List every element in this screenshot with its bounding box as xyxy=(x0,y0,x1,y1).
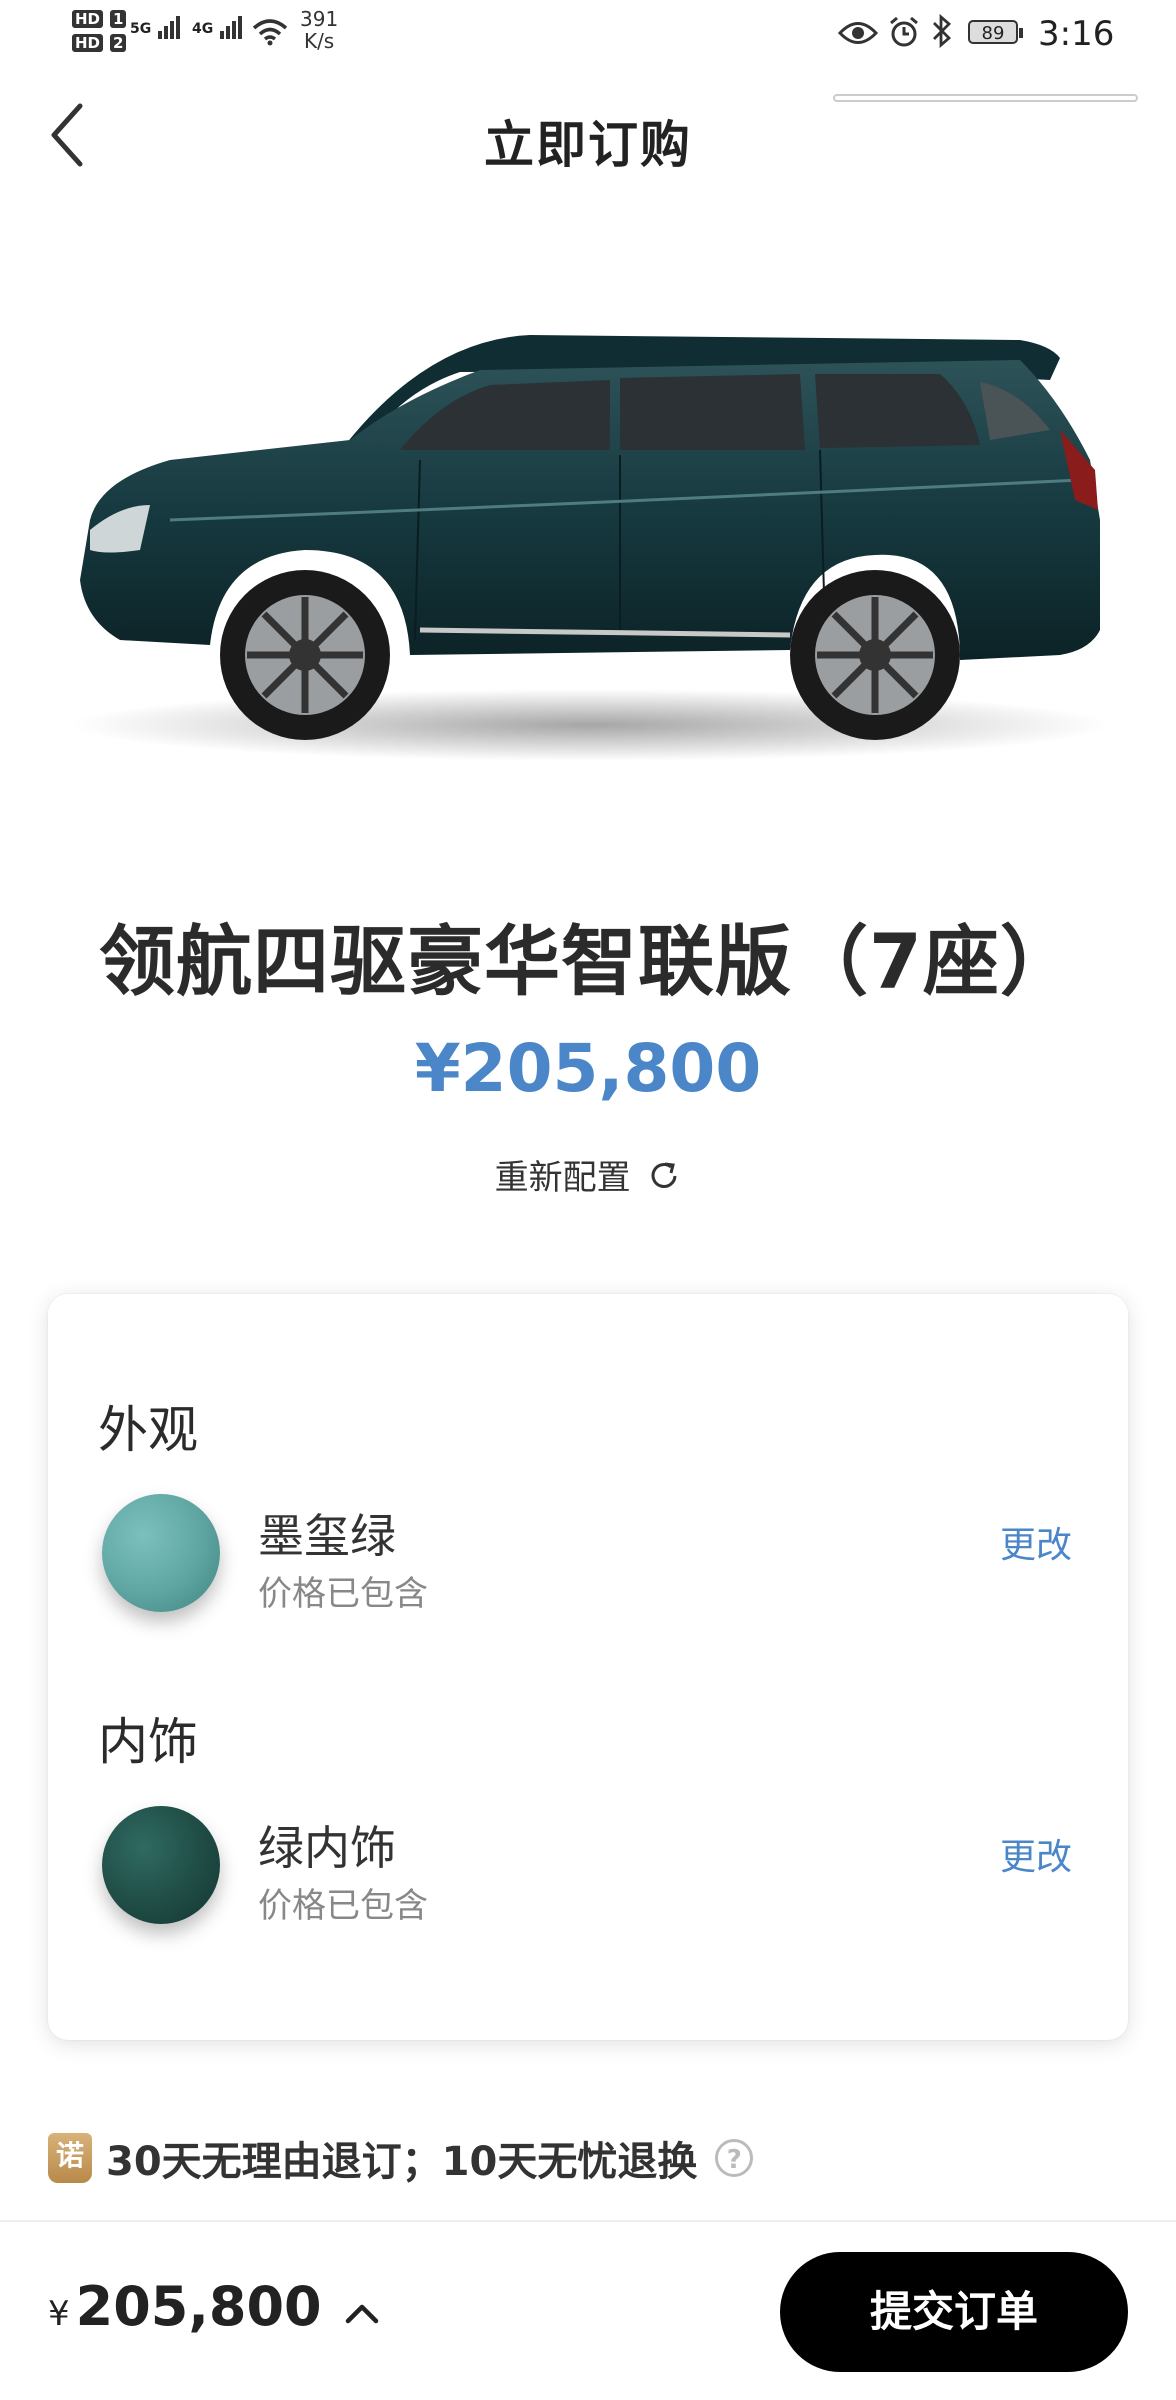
hd-badge-1: HD xyxy=(72,10,104,28)
sim-indicators: HD 1 HD 2 xyxy=(72,8,127,52)
car-image xyxy=(70,335,1110,761)
page-title: 立即订购 xyxy=(484,116,692,174)
change-interior-button[interactable]: 更改 xyxy=(1000,1828,1072,1880)
net-speed: 391 K/s xyxy=(300,8,338,52)
exterior-color-swatch xyxy=(102,1494,220,1612)
signal-4g-label: 4G xyxy=(192,21,214,37)
rear-wheel xyxy=(790,570,960,740)
net-speed-value: 391 xyxy=(300,7,339,31)
model-price: ¥205,800 xyxy=(414,1030,762,1107)
signal-4g: 4G xyxy=(192,14,244,39)
model-name: 领航四驱豪华智联版（7座） xyxy=(99,917,1077,1006)
battery-indicator: 89 xyxy=(968,20,1023,45)
front-wheel xyxy=(220,570,390,740)
help-icon[interactable]: ? xyxy=(715,2139,754,2177)
total-price-toggle[interactable]: ¥ 205,800 xyxy=(48,2275,380,2338)
alarm-icon xyxy=(890,16,918,47)
chevron-up-icon xyxy=(345,2304,378,2324)
refresh-icon xyxy=(651,1162,677,1188)
bluetooth-icon xyxy=(933,14,952,48)
handle-bar xyxy=(833,94,1138,102)
exterior-section-title: 外观 xyxy=(98,1401,198,1459)
guarantee-text: 30天无理由退订；10天无忧退换 xyxy=(106,2139,698,2185)
config-card: 外观 墨玺绿 价格已包含 更改 内饰 绿内饰 价格已包含 更改 xyxy=(48,1294,1128,2040)
total-price: 205,800 xyxy=(75,2275,322,2338)
signal-bars-icon xyxy=(220,14,244,39)
interior-price-note: 价格已包含 xyxy=(258,1886,428,1926)
clock: 3:16 xyxy=(1038,14,1115,54)
exterior-color-name: 墨玺绿 xyxy=(258,1509,396,1563)
battery-level: 89 xyxy=(968,20,1018,44)
sim-1-number: 1 xyxy=(110,10,127,28)
hd-badge-2: HD xyxy=(72,34,104,52)
reconfigure-label: 重新配置 xyxy=(494,1158,631,1198)
change-exterior-button[interactable]: 更改 xyxy=(1000,1516,1072,1568)
status-bar: HD 1 HD 2 5G 4G 391 K/s 89 3:16 xyxy=(0,0,1176,80)
submit-order-button[interactable]: 提交订单 xyxy=(780,2252,1128,2372)
interior-color-swatch xyxy=(102,1806,220,1924)
wifi-icon xyxy=(252,19,288,46)
eye-icon xyxy=(838,22,878,44)
interior-section-title: 内饰 xyxy=(98,1713,198,1771)
signal-5g-label: 5G xyxy=(130,21,152,37)
reconfigure-button[interactable]: 重新配置 xyxy=(0,1150,1176,1199)
net-speed-unit: K/s xyxy=(303,29,335,53)
sim-2-number: 2 xyxy=(110,34,127,52)
guarantee-row: 诺 30天无理由退订；10天无忧退换 ? xyxy=(48,2130,754,2186)
promise-badge-icon: 诺 xyxy=(48,2133,92,2183)
exterior-price-note: 价格已包含 xyxy=(258,1574,428,1614)
currency-symbol: ¥ xyxy=(48,2294,70,2334)
signal-bars-icon xyxy=(158,14,182,39)
interior-color-name: 绿内饰 xyxy=(258,1821,396,1875)
signal-5g: 5G xyxy=(130,14,182,39)
